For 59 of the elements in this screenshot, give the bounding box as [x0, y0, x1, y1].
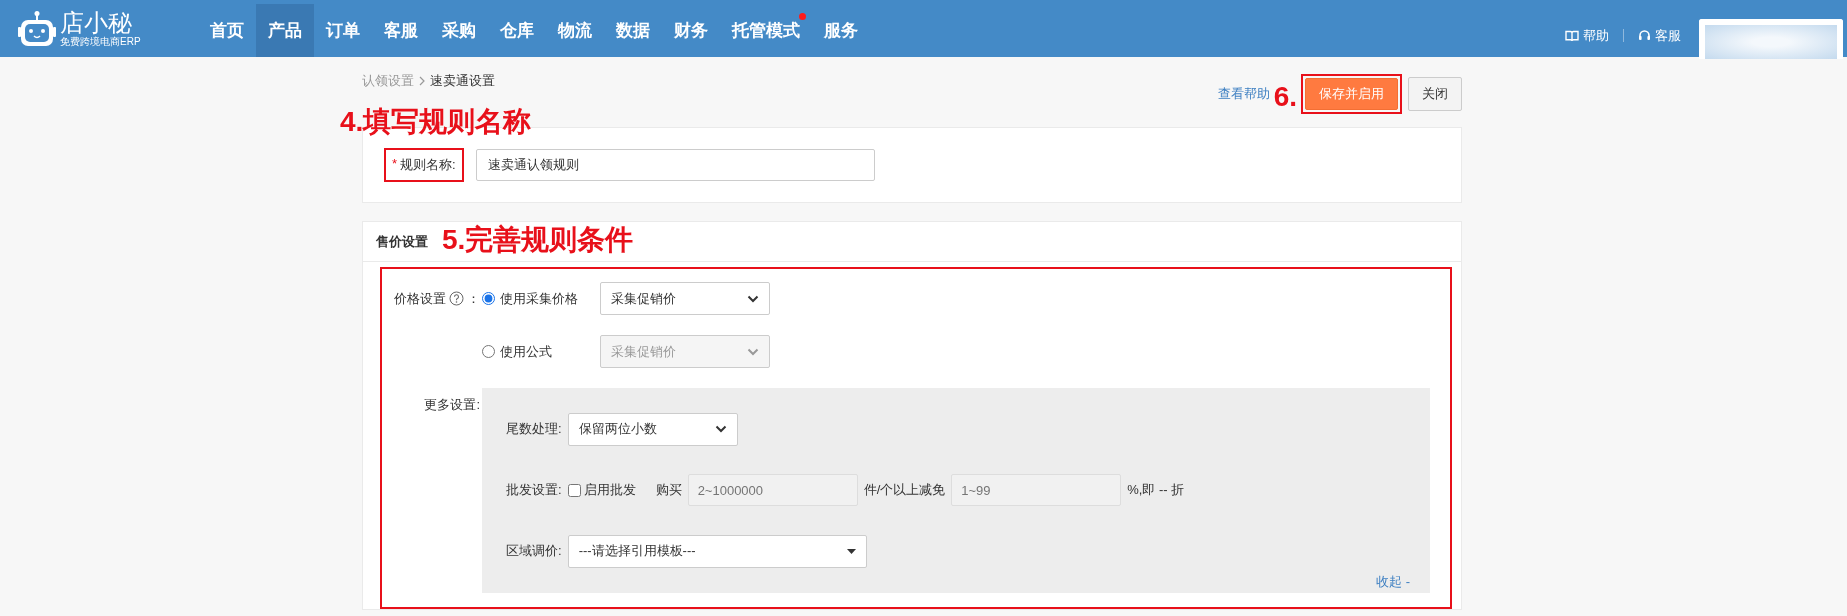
checkbox-label: 启用批发 [583, 481, 636, 499]
close-button[interactable]: 关闭 [1408, 77, 1462, 111]
nav-tab[interactable]: 首页 [198, 4, 256, 57]
help-link[interactable]: 查看帮助 [1217, 85, 1270, 103]
breadcrumb-item[interactable]: 认领设置 [362, 72, 414, 90]
logo-tagline: 免费跨境电商ERP [60, 36, 141, 47]
nav-tab[interactable]: 仓库 [488, 4, 546, 57]
field-label: 更多设置: [424, 395, 480, 414]
headset-icon [1638, 29, 1651, 42]
nav-tab[interactable]: 产品 [256, 4, 314, 57]
quantity-field[interactable]: 2~1000000 [687, 474, 858, 506]
caret-down-icon [846, 548, 856, 554]
logo-name: 店小秘 [60, 10, 133, 35]
required-mark: * [392, 156, 398, 173]
nav-tab[interactable]: 物流 [546, 4, 604, 57]
nav-tab[interactable]: 订单 [314, 4, 372, 57]
nav-tab[interactable]: 客服 [372, 4, 430, 57]
field-label: 尾数处理: [506, 420, 562, 438]
book-icon [1565, 29, 1579, 42]
discount-text: %,即 -- 折 [1127, 481, 1185, 499]
radio-button[interactable] [482, 345, 495, 358]
nav-tab[interactable]: 服务 [812, 4, 870, 57]
header-link[interactable]: 帮助 [1565, 26, 1609, 45]
radio-label: 使用公式 [500, 342, 552, 361]
checkbox[interactable] [567, 483, 581, 497]
template-dropdown[interactable]: ---请选择引用模板--- [567, 534, 867, 568]
account-avatar[interactable] [1699, 18, 1843, 59]
nav-tab[interactable]: 财务 [662, 4, 720, 57]
nav-tab[interactable]: 数据 [604, 4, 662, 57]
step-annotation: 4.填写规则名称 [340, 108, 532, 136]
field-label: 件/个以上减免 [863, 481, 946, 499]
step-annotation: 5.完善规则条件 [442, 226, 634, 254]
radio-label: 使用采集价格 [500, 289, 578, 308]
rounding-select[interactable]: 保留两位小数 [567, 412, 738, 446]
field-label: 批发设置: [506, 481, 562, 499]
rule-name-field[interactable]: 速卖通认领规则 [475, 149, 875, 181]
chevron-down-icon [747, 347, 759, 356]
chevron-right-icon [419, 76, 425, 86]
chevron-down-icon [747, 294, 759, 303]
save-enable-button[interactable]: 保存并启用 [1305, 78, 1398, 110]
robot-logo-icon [18, 9, 56, 48]
field-label: 规则名称: [400, 156, 456, 174]
field-label: 价格设置 [394, 289, 446, 308]
chevron-down-icon [714, 425, 727, 433]
nav-tab[interactable]: 托管模式 [720, 4, 812, 57]
colon-text: ： [467, 289, 480, 308]
field-label: 区域调价: [506, 542, 562, 560]
field-label: 购买 [655, 481, 682, 499]
help-icon[interactable] [449, 291, 464, 306]
collapse-link[interactable]: 收起 - [1376, 573, 1410, 591]
breadcrumb-item: 速卖通设置 [430, 72, 495, 90]
price-source-select[interactable]: 采集促销价 [600, 282, 770, 315]
discount-field[interactable]: 1~99 [951, 474, 1122, 506]
section-title: 售价设置 [376, 232, 428, 251]
step-annotation: 6. [1273, 83, 1297, 111]
header-link[interactable]: 客服 [1638, 26, 1681, 45]
radio-button[interactable] [482, 292, 495, 305]
price-source-select[interactable]: 采集促销价 [600, 335, 770, 368]
nav-tab[interactable]: 采购 [430, 4, 488, 57]
